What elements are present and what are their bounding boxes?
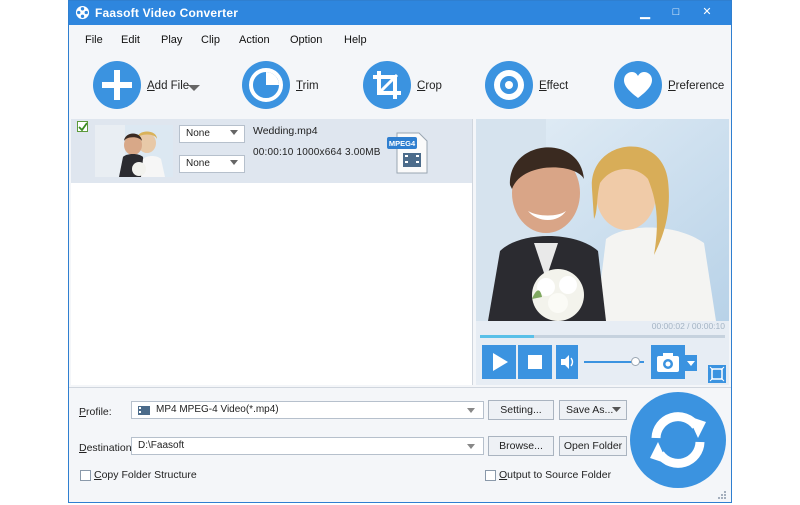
preference-label: Preference <box>668 80 725 92</box>
effect-label: Effect <box>539 80 569 92</box>
mpeg4-file-icon: MPEG4 <box>387 132 428 174</box>
chevron-down-icon <box>687 361 695 366</box>
copy-folder-label: Copy Folder Structure <box>94 469 197 481</box>
menu-action[interactable]: Action <box>239 34 270 46</box>
mp4-format-icon <box>138 406 150 415</box>
save-as-label: Save As... <box>566 404 614 416</box>
audio-track-value: None <box>186 128 210 139</box>
seek-progress <box>480 335 534 338</box>
close-button[interactable]: ✕ <box>695 4 719 21</box>
output-source-checkbox[interactable] <box>485 470 496 481</box>
destination-value: D:\Faasoft <box>138 440 185 451</box>
add-file-button[interactable]: Add File <box>93 61 205 111</box>
check-icon <box>78 122 87 131</box>
crop-button[interactable]: Crop <box>363 61 443 111</box>
refresh-icon <box>650 412 706 468</box>
seek-bar[interactable] <box>480 335 725 338</box>
film-reel-icon <box>75 5 90 20</box>
browse-button[interactable]: Browse... <box>488 436 554 456</box>
audio-track-dropdown[interactable]: None <box>179 125 245 143</box>
trim-label: Trim <box>296 80 319 92</box>
preference-button[interactable]: Preference <box>614 61 724 111</box>
resize-grip-icon[interactable] <box>717 490 727 500</box>
plus-icon <box>93 61 141 109</box>
menu-edit[interactable]: Edit <box>121 34 140 46</box>
target-icon <box>485 61 533 109</box>
chevron-down-icon <box>230 130 238 135</box>
effect-button[interactable]: Effect <box>485 61 575 111</box>
profile-label: Profile: <box>79 406 112 418</box>
camera-icon <box>657 353 679 372</box>
save-as-button[interactable]: Save As... <box>559 400 627 420</box>
speaker-icon <box>561 355 574 369</box>
crop-label: Crop <box>417 80 442 92</box>
fullscreen-button[interactable] <box>708 365 726 383</box>
destination-label: Destination: <box>79 442 135 454</box>
menu-bar: File Edit Play Clip Action Option Help <box>69 25 731 55</box>
trim-button[interactable]: Trim <box>242 61 322 111</box>
copy-folder-checkbox[interactable] <box>80 470 91 481</box>
crop-icon <box>363 61 411 109</box>
play-button[interactable] <box>482 345 516 379</box>
maximize-button[interactable]: □ <box>664 4 688 21</box>
heart-icon <box>614 61 662 109</box>
stop-icon <box>528 355 542 369</box>
file-checkbox[interactable] <box>77 121 88 132</box>
toolbar: Add File Trim Crop Effect Preference <box>69 55 731 117</box>
chevron-down-icon <box>467 408 475 413</box>
volume-button[interactable] <box>556 345 578 379</box>
video-thumbnail <box>95 125 173 177</box>
window-title: Faasoft Video Converter <box>95 6 239 20</box>
list-item[interactable]: None None Wedding.mp4 00:00:10 1000x664 … <box>71 119 472 183</box>
convert-button[interactable] <box>630 392 726 488</box>
open-folder-button[interactable]: Open Folder <box>559 436 627 456</box>
volume-slider[interactable] <box>584 357 644 366</box>
menu-option[interactable]: Option <box>290 34 322 46</box>
output-source-label: Output to Source Folder <box>499 469 612 481</box>
setting-button[interactable]: Setting... <box>488 400 554 420</box>
video-preview <box>476 119 729 321</box>
minimize-button[interactable]: ▁ <box>633 4 657 21</box>
destination-select[interactable]: D:\Faasoft <box>131 437 484 455</box>
menu-file[interactable]: File <box>85 34 103 46</box>
add-file-label: Add File <box>147 80 190 92</box>
profile-value: MP4 MPEG-4 Video(*.mp4) <box>156 404 279 415</box>
chevron-down-icon[interactable] <box>188 85 200 93</box>
menu-clip[interactable]: Clip <box>201 34 220 46</box>
file-info: 00:00:10 1000x664 3.00MB <box>253 147 381 158</box>
volume-knob[interactable] <box>631 357 640 366</box>
stop-button[interactable] <box>518 345 552 379</box>
preview-pane: 00:00:02 / 00:00:10 <box>476 119 729 385</box>
fullscreen-icon <box>709 366 725 382</box>
format-badge: MPEG4 <box>389 139 416 148</box>
pie-icon <box>242 61 290 109</box>
subtitle-dropdown[interactable]: None <box>179 155 245 173</box>
chevron-down-icon <box>467 444 475 449</box>
play-icon <box>493 353 508 371</box>
profile-select[interactable]: MP4 MPEG-4 Video(*.mp4) <box>131 401 484 419</box>
file-list: None None Wedding.mp4 00:00:10 1000x664 … <box>71 119 473 385</box>
subtitle-value: None <box>186 158 210 169</box>
file-name: Wedding.mp4 <box>253 125 318 137</box>
snapshot-button[interactable] <box>651 345 685 379</box>
snapshot-options[interactable] <box>685 355 697 371</box>
app-window: Faasoft Video Converter ▁ □ ✕ File Edit … <box>68 0 732 503</box>
menu-help[interactable]: Help <box>344 34 367 46</box>
timecode: 00:00:02 / 00:00:10 <box>651 321 725 331</box>
title-bar: Faasoft Video Converter ▁ □ ✕ <box>69 1 731 25</box>
chevron-down-icon <box>612 407 621 412</box>
menu-play[interactable]: Play <box>161 34 182 46</box>
chevron-down-icon <box>230 160 238 165</box>
